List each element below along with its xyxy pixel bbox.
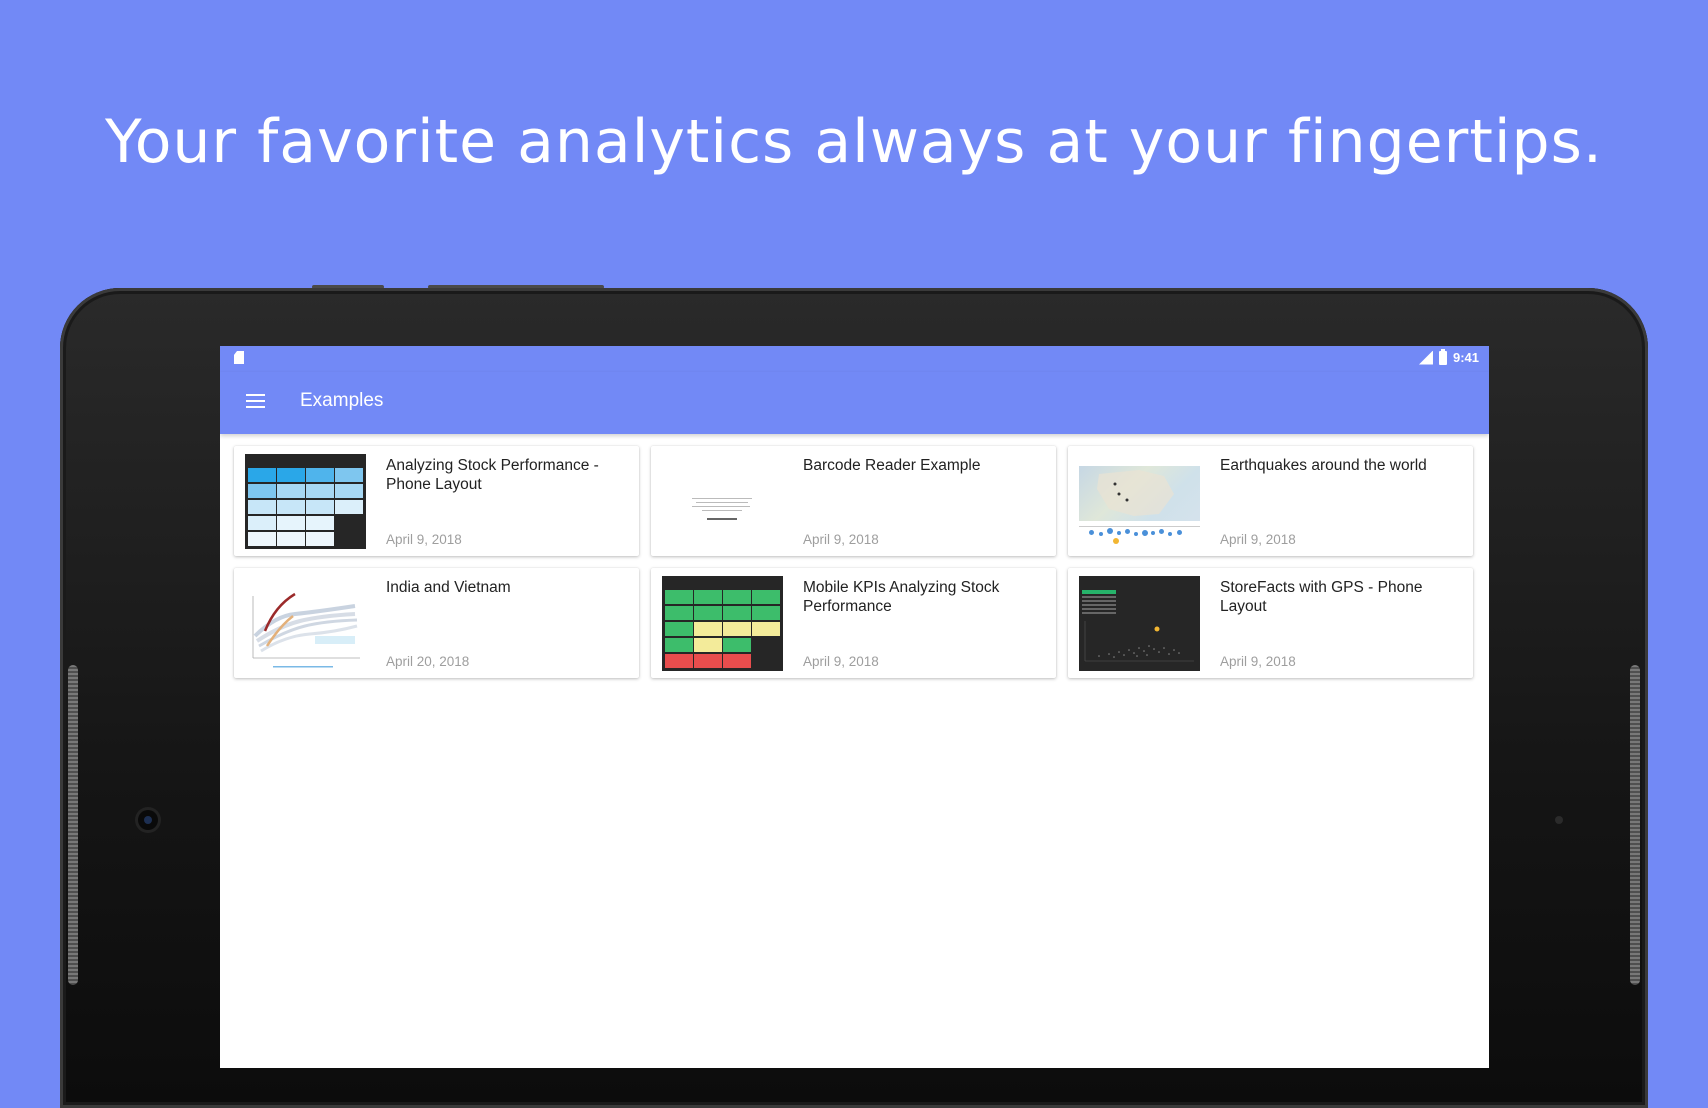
hamburger-menu-icon[interactable] bbox=[246, 394, 265, 408]
card-title: Mobile KPIs Analyzing Stock Performance bbox=[803, 579, 1000, 615]
line-chart-thumbnail bbox=[245, 576, 366, 671]
status-indicators: 9:41 bbox=[1418, 348, 1479, 365]
example-card[interactable]: StoreFacts with GPS - Phone Layout April… bbox=[1068, 568, 1473, 678]
card-date: April 9, 2018 bbox=[1220, 654, 1296, 669]
status-time: 9:41 bbox=[1452, 350, 1479, 365]
card-date: April 9, 2018 bbox=[803, 532, 879, 547]
color-kpi-thumbnail bbox=[662, 576, 783, 671]
card-title: Analyzing Stock Performance - Phone Layo… bbox=[386, 457, 599, 493]
card-title: StoreFacts with GPS - Phone Layout bbox=[1220, 579, 1423, 615]
marketing-headline: Your favorite analytics always at your f… bbox=[105, 107, 1603, 177]
front-camera bbox=[138, 810, 158, 830]
example-card[interactable]: Barcode Reader Example April 9, 2018 bbox=[651, 446, 1056, 556]
stock-kpi-thumbnail bbox=[245, 454, 366, 549]
card-title: Barcode Reader Example bbox=[803, 457, 981, 474]
map-thumbnail bbox=[1079, 454, 1200, 549]
card-date: April 9, 2018 bbox=[386, 532, 462, 547]
text-document-thumbnail bbox=[662, 454, 783, 549]
card-date: April 20, 2018 bbox=[386, 654, 470, 669]
card-title: Earthquakes around the world bbox=[1220, 457, 1427, 474]
card-date: April 9, 2018 bbox=[803, 654, 879, 669]
card-title: India and Vietnam bbox=[386, 579, 511, 596]
card-date: April 9, 2018 bbox=[1220, 532, 1296, 547]
sd-card-icon bbox=[234, 351, 244, 364]
app-screen: 9:41 Examples bbox=[220, 346, 1489, 1068]
battery-icon bbox=[1438, 348, 1447, 365]
app-bar: Examples bbox=[220, 372, 1489, 434]
examples-grid: Analyzing Stock Performance - Phone Layo… bbox=[234, 446, 1473, 678]
example-card[interactable]: Earthquakes around the world April 9, 20… bbox=[1068, 446, 1473, 556]
example-card[interactable]: India and Vietnam April 20, 2018 bbox=[234, 568, 639, 678]
app-title: Examples bbox=[300, 390, 384, 411]
dark-scatter-thumbnail bbox=[1079, 576, 1200, 671]
lte-signal-icon bbox=[1418, 350, 1433, 365]
example-card[interactable]: Analyzing Stock Performance - Phone Layo… bbox=[234, 446, 639, 556]
right-speaker-grill bbox=[1630, 665, 1640, 985]
status-bar: 9:41 bbox=[220, 346, 1489, 372]
example-card[interactable]: Mobile KPIs Analyzing Stock Performance … bbox=[651, 568, 1056, 678]
proximity-sensor bbox=[1555, 816, 1563, 824]
left-speaker-grill bbox=[68, 665, 78, 985]
